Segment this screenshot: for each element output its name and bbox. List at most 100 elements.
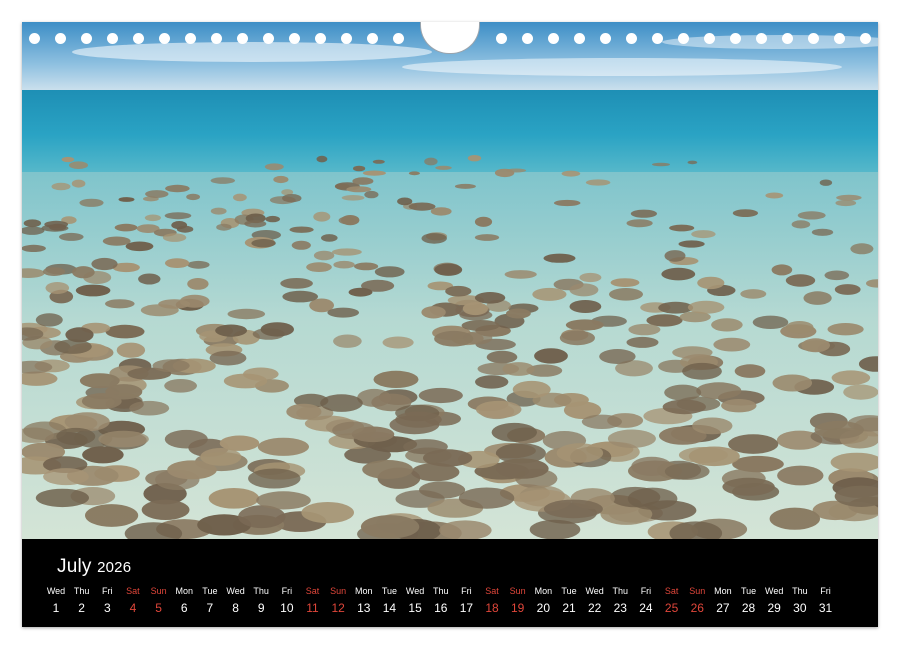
rock <box>383 337 414 349</box>
rock <box>397 198 412 206</box>
rock <box>475 375 508 388</box>
calendar-day: Sat11 <box>300 585 326 615</box>
day-number: 19 <box>505 601 531 615</box>
day-name: Tue <box>197 585 223 597</box>
rock <box>765 193 783 199</box>
rock <box>119 197 135 202</box>
rock <box>261 322 294 336</box>
day-name: Sat <box>120 585 146 597</box>
calendar-day: Sun 12 <box>325 585 351 615</box>
rock <box>475 217 492 227</box>
rock <box>832 370 871 385</box>
rock <box>258 438 309 456</box>
rock <box>49 224 66 231</box>
rock <box>812 229 833 236</box>
rock <box>735 364 766 378</box>
day-number: 7 <box>197 601 223 615</box>
day-number: 4 <box>120 601 146 615</box>
month-year: 2026 <box>97 559 131 576</box>
calendar-day: Thu2 <box>69 585 95 615</box>
rock <box>354 263 378 271</box>
rock <box>435 166 452 170</box>
day-name: Wed <box>582 585 608 597</box>
calendar-day: Wed29 <box>761 585 787 615</box>
rock <box>80 373 120 388</box>
rock <box>544 254 576 263</box>
rock <box>76 285 111 297</box>
day-number: 16 <box>428 601 454 615</box>
day-number: 17 <box>453 601 479 615</box>
rock <box>506 169 526 173</box>
coastal-rock-photo <box>22 22 878 539</box>
calendar-day: Tue 7 <box>197 585 223 615</box>
day-name: Fri <box>633 585 659 597</box>
rock <box>786 274 815 286</box>
rock <box>105 299 135 308</box>
rock <box>142 500 190 520</box>
day-name: Thu <box>787 585 813 597</box>
rock <box>210 351 247 366</box>
day-name: Sat <box>479 585 505 597</box>
rock <box>216 224 231 231</box>
rock <box>362 460 413 479</box>
rock <box>22 245 46 252</box>
rock <box>341 215 359 225</box>
rock <box>349 288 373 297</box>
month-name: July <box>57 556 92 577</box>
day-number: 1 <box>43 601 69 615</box>
rock <box>455 184 476 189</box>
day-number: 22 <box>582 601 608 615</box>
calendar-day: Tue21 <box>556 585 582 615</box>
day-number: 11 <box>300 601 326 615</box>
rock <box>445 286 471 297</box>
day-name: Tue <box>736 585 762 597</box>
rock <box>566 319 604 330</box>
rock <box>153 359 190 372</box>
rock <box>186 194 200 200</box>
day-number: 15 <box>402 601 428 615</box>
rock <box>627 337 659 348</box>
rock <box>98 431 148 448</box>
rock <box>409 203 436 211</box>
day-number: 20 <box>530 601 556 615</box>
day-number: 14 <box>376 601 402 615</box>
rock <box>835 284 861 295</box>
rock <box>825 271 850 281</box>
day-number: 29 <box>761 601 787 615</box>
rock <box>164 379 197 393</box>
rock <box>244 220 266 227</box>
rock <box>421 306 445 318</box>
rock <box>562 171 581 177</box>
rock <box>773 375 813 392</box>
day-name: Thu <box>607 585 633 597</box>
rock <box>836 195 861 201</box>
rock <box>608 430 656 448</box>
rock <box>72 180 86 188</box>
rock <box>103 237 131 246</box>
rock <box>145 190 168 198</box>
day-name: Fri <box>453 585 479 597</box>
rock <box>115 224 138 232</box>
rock <box>79 199 103 207</box>
rock <box>332 422 376 440</box>
rock <box>850 243 873 254</box>
day-number: 12 <box>325 601 351 615</box>
rock <box>59 233 84 241</box>
rock <box>468 155 481 161</box>
day-name: Fri <box>813 585 839 597</box>
day-name: Tue <box>556 585 582 597</box>
rock <box>265 216 280 222</box>
day-number: 26 <box>684 601 710 615</box>
calendar-day: Tue14 <box>376 585 402 615</box>
rock <box>317 156 328 163</box>
rock <box>233 194 247 202</box>
rock <box>753 316 789 329</box>
calendar-day: Mon13 <box>351 585 377 615</box>
rock <box>228 309 266 319</box>
calendar-day: Sat25 <box>659 585 685 615</box>
rock <box>375 266 405 277</box>
day-name: Sun <box>325 585 351 597</box>
rock <box>786 321 814 334</box>
rock <box>43 468 89 485</box>
rock <box>187 278 208 290</box>
